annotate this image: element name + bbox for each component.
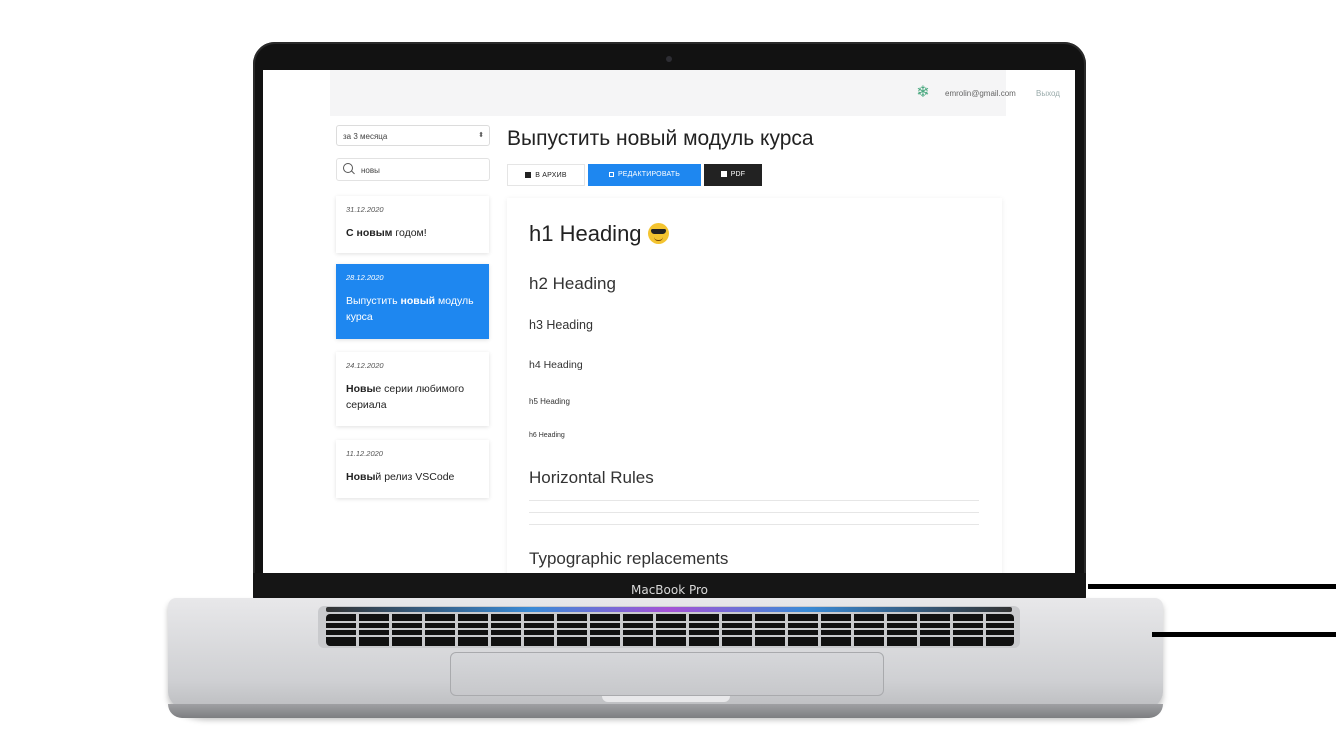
trackpad — [450, 652, 884, 696]
select-caret-icon: ⬍ — [478, 132, 484, 139]
section-heading: Typographic replacements — [529, 549, 729, 568]
page-title: Выпустить новый модуль курса — [507, 127, 814, 150]
keyboard-keys — [326, 614, 1014, 646]
key-row-divider — [326, 621, 1014, 623]
file-icon — [720, 171, 727, 177]
decor-bar — [1088, 584, 1336, 589]
user-email: emrolin@gmail.com — [945, 89, 1016, 98]
key-row-divider — [326, 628, 1014, 630]
heading-3: h3 Heading — [529, 318, 593, 332]
item-date: 24.12.2020 — [346, 361, 384, 370]
decor-bar — [1152, 632, 1336, 637]
item-title: Выпустить новый модуль курса — [346, 293, 479, 325]
search-input[interactable]: новы — [336, 158, 490, 181]
archive-icon — [525, 172, 532, 178]
item-title: Новые серии любимого сериала — [346, 381, 479, 413]
item-title-plain: Выпустить — [346, 295, 401, 307]
pdf-button-label: PDF — [730, 171, 746, 178]
heading-5: h5 Heading — [529, 397, 570, 406]
item-title-rest: годом! — [392, 227, 427, 239]
item-title-match: Новы — [346, 383, 376, 395]
item-title-rest: й релиз VSCode — [375, 471, 455, 483]
logout-link[interactable]: Выход — [1036, 89, 1060, 98]
camera — [666, 56, 672, 62]
archive-button-label: В АРХИВ — [535, 172, 567, 179]
sunglasses-emoji-icon — [647, 223, 669, 244]
item-date: 11.12.2020 — [346, 449, 383, 458]
section-heading: Horizontal Rules — [529, 468, 654, 487]
item-title: Новый релиз VSCode — [346, 469, 479, 485]
lid-notch — [602, 696, 730, 702]
horizontal-rule — [529, 512, 979, 513]
item-date: 28.12.2020 — [346, 273, 384, 282]
period-select[interactable]: за 3 месяца ⬍ — [336, 125, 490, 146]
pdf-button[interactable]: PDF — [704, 164, 762, 186]
item-date: 31.12.2020 — [346, 205, 384, 214]
touch-bar — [326, 607, 1012, 612]
heading-1-text: h1 Heading — [529, 221, 642, 246]
item-title-match: новый — [400, 295, 436, 307]
markdown-content: h1 Heading h2 Heading h3 Heading h4 Head… — [507, 198, 1002, 573]
device-label: MacBook Pro — [630, 583, 709, 597]
item-title-match: С новым — [346, 227, 393, 239]
edit-icon — [608, 172, 614, 177]
heading-4: h4 Heading — [529, 359, 583, 371]
heading-1: h1 Heading — [529, 221, 669, 247]
period-select-value: за 3 месяца — [343, 132, 388, 141]
archive-button[interactable]: В АРХИВ — [507, 164, 585, 186]
item-title: С новым годом! — [346, 225, 479, 241]
horizontal-rule — [529, 524, 979, 525]
heading-2: h2 Heading — [529, 274, 616, 293]
top-navbar: ❄ emrolin@gmail.com Выход — [330, 70, 1060, 116]
horizontal-rule — [529, 500, 979, 501]
item-title-match: Новы — [346, 471, 376, 483]
search-input-value: новы — [361, 166, 380, 175]
list-item[interactable]: 31.12.2020 С новым годом! — [336, 196, 489, 253]
heading-6: h6 Heading — [529, 432, 565, 439]
key-row-divider — [326, 635, 1014, 637]
laptop-screen: ❄ emrolin@gmail.com Выход за 3 месяца ⬍ … — [263, 70, 1075, 573]
edit-button-label: РЕДАКТИРОВАТЬ — [617, 171, 681, 178]
list-item-active[interactable]: 28.12.2020 Выпустить новый модуль курса — [336, 264, 489, 339]
snowflake-icon[interactable]: ❄ — [915, 85, 931, 101]
search-icon — [343, 163, 353, 173]
laptop-base-edge — [168, 704, 1163, 718]
list-item[interactable]: 24.12.2020 Новые серии любимого сериала — [336, 352, 489, 426]
edit-button[interactable]: РЕДАКТИРОВАТЬ — [588, 164, 701, 186]
list-item[interactable]: 11.12.2020 Новый релиз VSCode — [336, 440, 489, 498]
